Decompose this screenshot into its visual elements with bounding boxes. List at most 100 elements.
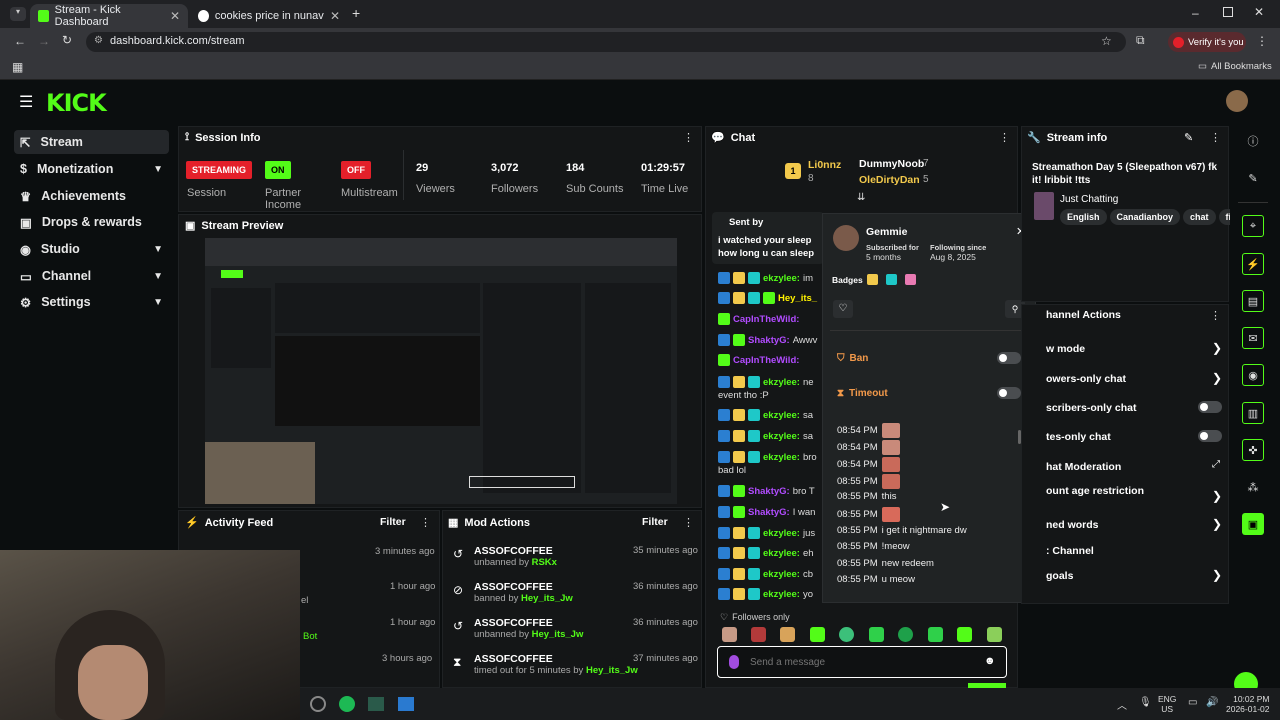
mod-by[interactable]: Hey_its_Jw bbox=[521, 593, 573, 604]
emote-icon[interactable] bbox=[780, 627, 795, 642]
spotify-icon[interactable] bbox=[339, 696, 355, 712]
stream-info-menu-icon[interactable]: ⋮ bbox=[1210, 131, 1221, 144]
emote-icon[interactable] bbox=[987, 627, 1002, 642]
ban-row[interactable]: ⛉ Ban bbox=[837, 353, 868, 364]
sidebar-item-stream[interactable]: ⇱ Stream bbox=[14, 130, 169, 154]
chat-username[interactable]: CapInTheWild: bbox=[733, 355, 799, 366]
network-icon[interactable]: ▭ bbox=[1188, 697, 1197, 708]
extensions-icon[interactable]: ⧉ bbox=[1136, 33, 1145, 48]
tag[interactable]: fig bbox=[1218, 209, 1230, 225]
mic-icon[interactable] bbox=[729, 655, 739, 669]
popup-username[interactable]: Gemmie bbox=[866, 226, 907, 238]
channel-actions-menu-icon[interactable]: ⋮ bbox=[1210, 309, 1221, 322]
subscribers-only-toggle[interactable] bbox=[1198, 401, 1222, 413]
chat-username[interactable]: ekzylee: bbox=[763, 548, 800, 559]
hamburger-menu-icon[interactable]: ☰ bbox=[19, 92, 33, 112]
emotes-only-toggle[interactable] bbox=[1198, 430, 1222, 442]
tag[interactable]: Canadianboy bbox=[1109, 209, 1181, 225]
chat-message[interactable]: ekzylee: yo bbox=[718, 588, 813, 600]
clock[interactable]: 10:02 PM 2026-01-02 bbox=[1226, 694, 1269, 714]
chat-message[interactable]: ekzylee: sa bbox=[718, 430, 813, 442]
url-input[interactable]: ⚙ dashboard.kick.com/stream ☆ bbox=[86, 32, 1126, 52]
gifter-name[interactable]: OleDirtyDan bbox=[859, 174, 920, 186]
volume-icon[interactable]: 🔊 bbox=[1206, 697, 1218, 708]
close-window-icon[interactable]: ✕ bbox=[1254, 5, 1264, 19]
stream-preview-video[interactable] bbox=[205, 238, 677, 504]
emote-icon[interactable] bbox=[957, 627, 972, 642]
chevron-right-icon[interactable]: ❯ bbox=[1212, 489, 1222, 503]
chat-username[interactable]: ShaktyG: bbox=[748, 507, 790, 518]
external-link-icon[interactable]: ⤢ bbox=[1212, 459, 1220, 470]
chat-message[interactable]: ekzylee: jus bbox=[718, 527, 815, 539]
emotes-only-item[interactable]: tes-only chat bbox=[1046, 431, 1111, 443]
chat-message[interactable]: ekzylee: sa bbox=[718, 409, 813, 421]
emote-icon[interactable] bbox=[810, 627, 825, 642]
chat-username[interactable]: ekzylee: bbox=[763, 569, 800, 580]
taskbar-app-icon[interactable] bbox=[368, 697, 384, 711]
lang-indicator[interactable]: ENG US bbox=[1158, 694, 1176, 714]
chat-menu-icon[interactable]: ⋮ bbox=[999, 131, 1010, 144]
emote-icon[interactable] bbox=[839, 627, 854, 642]
chat-username[interactable]: CapInTheWild: bbox=[733, 314, 799, 325]
users-icon[interactable]: ⁂ bbox=[1242, 476, 1264, 498]
follow-button[interactable]: ♡ bbox=[833, 300, 853, 318]
goals-item[interactable]: goals bbox=[1046, 570, 1073, 582]
banned-words-item[interactable]: ned words bbox=[1046, 519, 1099, 531]
subscribers-only-item[interactable]: scribers-only chat bbox=[1046, 402, 1136, 414]
chevron-right-icon[interactable]: ❯ bbox=[1212, 371, 1222, 385]
chat-message[interactable]: ekzylee: bro bbox=[718, 451, 817, 463]
ban-toggle[interactable] bbox=[997, 352, 1021, 364]
minimize-icon[interactable]: – bbox=[1192, 6, 1199, 20]
chat-message[interactable]: ekzylee: cb bbox=[718, 568, 813, 580]
tab-kick-dashboard[interactable]: Stream - Kick Dashboard ✕ bbox=[30, 4, 188, 28]
lightning-icon[interactable]: ⚡ bbox=[1242, 253, 1264, 275]
chat-message[interactable]: ShaktyG: I wan bbox=[718, 506, 815, 518]
tag[interactable]: chat bbox=[1183, 209, 1216, 225]
mod-by[interactable]: Hey_its_Jw bbox=[532, 629, 584, 640]
emote-icon[interactable] bbox=[928, 627, 943, 642]
timeout-toggle[interactable] bbox=[997, 387, 1021, 399]
age-restriction-item[interactable]: ount age restriction bbox=[1046, 485, 1144, 497]
forward-icon[interactable]: → bbox=[38, 34, 50, 48]
chevron-right-icon[interactable]: ❯ bbox=[1212, 517, 1222, 531]
mic-tray-icon[interactable]: 🎙 bbox=[1139, 697, 1152, 708]
pen-icon[interactable]: ✎ bbox=[1242, 167, 1264, 189]
chat-message[interactable]: CapInTheWild: bbox=[718, 313, 799, 325]
emoji-picker-icon[interactable]: ☻ bbox=[984, 655, 996, 667]
mod-action-item[interactable]: ASSOFCOFFEE timed out for 5 minutes by H… bbox=[474, 653, 698, 676]
chevron-right-icon[interactable]: ❯ bbox=[1212, 568, 1222, 582]
expand-icon[interactable]: ⇊ bbox=[857, 192, 865, 203]
chat-username[interactable]: ekzylee: bbox=[763, 452, 800, 463]
all-bookmarks-link[interactable]: ▭ All Bookmarks bbox=[1198, 61, 1272, 72]
sidebar-item-achievements[interactable]: ♛ Achievements bbox=[14, 184, 169, 208]
chat-message[interactable]: ekzylee: eh bbox=[718, 547, 814, 559]
info-icon[interactable]: ⓘ bbox=[1242, 130, 1264, 152]
chat-message[interactable]: ekzylee: ne bbox=[718, 376, 814, 388]
tab-google-search[interactable]: cookies price in nunavut - Goo ✕ bbox=[190, 4, 348, 28]
active-tool-icon[interactable]: ▣ bbox=[1242, 513, 1264, 535]
site-info-icon[interactable]: ⚙ bbox=[94, 35, 103, 46]
chat-message[interactable]: ShaktyG: bro T bbox=[718, 485, 815, 497]
chat-username[interactable]: ekzylee: bbox=[763, 377, 800, 388]
tab-search-icon[interactable]: ▾ bbox=[10, 7, 26, 21]
mod-action-item[interactable]: ASSOFCOFFEE unbanned by Hey_its_Jw 36 mi… bbox=[474, 617, 698, 640]
taskbar-app-icon[interactable] bbox=[398, 697, 414, 711]
browser-menu-icon[interactable]: ⋮ bbox=[1256, 34, 1268, 48]
chat-icon[interactable]: ✉ bbox=[1242, 327, 1264, 349]
mod-by[interactable]: Hey_its_Jw bbox=[586, 665, 638, 676]
back-icon[interactable]: ← bbox=[14, 34, 26, 48]
kick-logo[interactable]: KICK bbox=[46, 89, 107, 117]
sidebar-item-studio[interactable]: ◉ Studio ▼ bbox=[14, 237, 169, 261]
mod-menu-icon[interactable]: ⋮ bbox=[683, 516, 694, 529]
sidebar-item-settings[interactable]: ⚙ Settings ▼ bbox=[14, 290, 169, 314]
avatar[interactable] bbox=[1226, 90, 1248, 112]
followers-only-item[interactable]: owers-only chat bbox=[1046, 373, 1126, 385]
tag[interactable]: English bbox=[1060, 209, 1107, 225]
chat-username[interactable]: ekzylee: bbox=[763, 410, 800, 421]
maximize-icon[interactable] bbox=[1223, 7, 1233, 17]
gifter-name[interactable]: DummyNoob bbox=[859, 158, 924, 170]
chat-message[interactable]: ShaktyG: Awwv bbox=[718, 334, 817, 346]
tray-chevron-icon[interactable]: ︿ bbox=[1117, 697, 1127, 712]
wrench-icon[interactable]: ✜ bbox=[1242, 439, 1264, 461]
bookmark-star-icon[interactable]: ☆ bbox=[1101, 34, 1112, 48]
